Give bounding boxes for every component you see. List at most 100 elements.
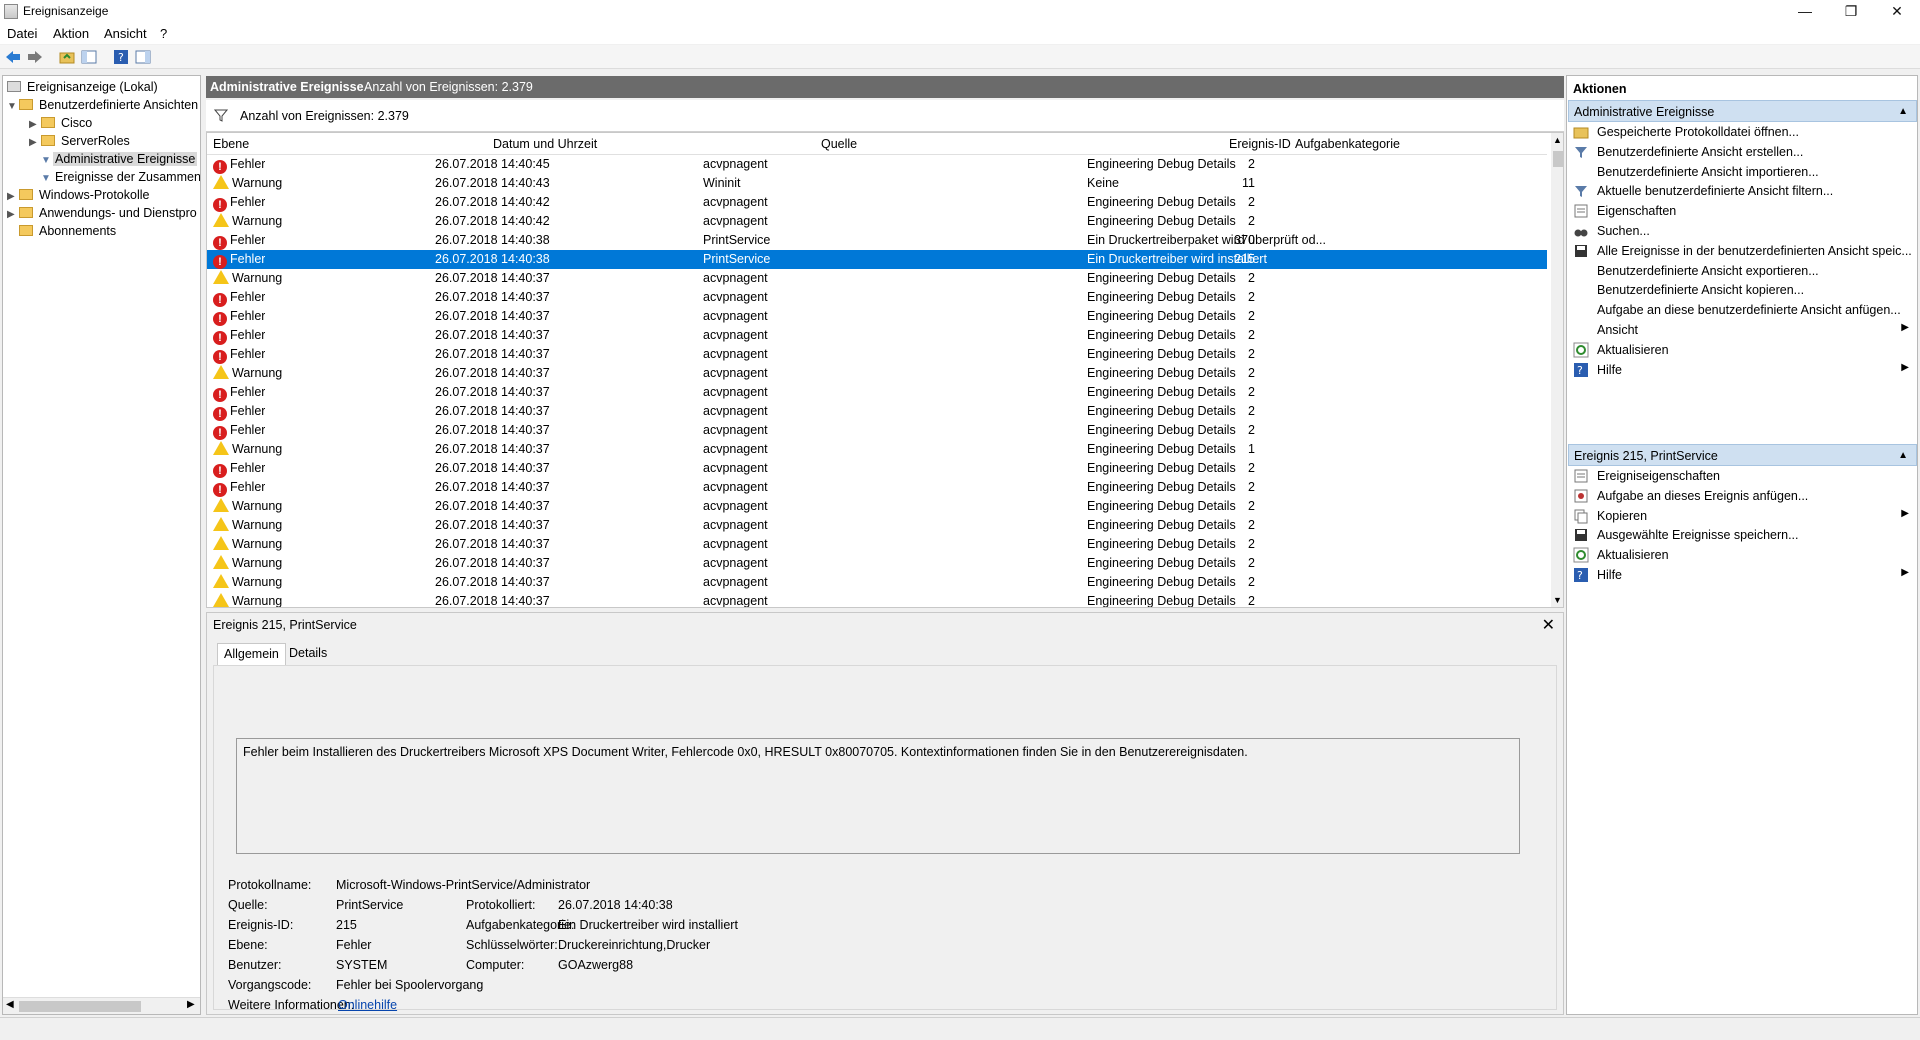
folder-icon <box>19 99 33 110</box>
table-row[interactable]: ! Fehler 26.07.2018 14:40:37 acvpnagent 2 Eng… <box>207 288 1547 307</box>
table-row[interactable]: ! Fehler 26.07.2018 14:40:37 acvpnagent 2 Eng… <box>207 421 1547 440</box>
show-hide-action-pane-icon[interactable] <box>134 48 152 66</box>
expand-icon[interactable]: ▶ <box>29 134 39 152</box>
cell-task-category: Engineering Debug Details <box>1087 347 1236 361</box>
menu-ansicht[interactable]: Ansicht <box>100 26 151 41</box>
tree-item-root[interactable]: Ereignisanzeige (Lokal) <box>7 78 160 96</box>
window-title: Ereignisanzeige <box>23 4 109 18</box>
collapse-section-icon[interactable]: ▲ <box>1898 445 1908 467</box>
table-row[interactable]: Warnung 26.07.2018 14:40:43 Wininit 11 Keine <box>207 174 1547 193</box>
table-row[interactable]: Warnung 26.07.2018 14:40:37 acvpnagent 2 Eng… <box>207 592 1547 607</box>
table-row[interactable]: Warnung 26.07.2018 14:40:37 acvpnagent 2 Eng… <box>207 516 1547 535</box>
action-item[interactable]: Aktuelle benutzerdefinierte Ansicht filt… <box>1567 181 1917 201</box>
table-row[interactable]: Warnung 26.07.2018 14:40:37 acvpnagent 2 Eng… <box>207 269 1547 288</box>
action-item[interactable]: Alle Ereignisse in der benutzerdefiniert… <box>1567 241 1917 261</box>
restore-button[interactable]: ❐ <box>1828 0 1874 24</box>
action-item[interactable]: Ausgewählte Ereignisse speichern... <box>1567 525 1917 545</box>
minimize-button[interactable]: — <box>1782 0 1828 24</box>
action-item[interactable]: ? Hilfe ▶ <box>1567 565 1917 585</box>
table-row[interactable]: Warnung 26.07.2018 14:40:37 acvpnagent 2 Eng… <box>207 554 1547 573</box>
menu-aktion[interactable]: Aktion <box>49 26 93 41</box>
actions-section-event[interactable]: Ereignis 215, PrintService ▲ <box>1568 444 1917 466</box>
tab-general[interactable]: Allgemein <box>217 643 286 665</box>
cell-task-category: Engineering Debug Details <box>1087 271 1236 285</box>
tree-item-windows-logs[interactable]: ▶ Windows-Protokolle <box>7 186 151 204</box>
action-item[interactable]: Gespeicherte Protokolldatei öffnen... <box>1567 122 1917 142</box>
scroll-down-icon[interactable]: ▼ <box>1553 595 1562 605</box>
action-item[interactable]: Benutzerdefinierte Ansicht exportieren..… <box>1567 261 1917 281</box>
tree-item-subscriptions[interactable]: Abonnements <box>19 222 118 240</box>
table-row[interactable]: ! Fehler 26.07.2018 14:40:37 acvpnagent 2 Eng… <box>207 345 1547 364</box>
tree-item-app-service-logs[interactable]: ▶ Anwendungs- und Dienstpro <box>7 204 199 222</box>
action-item[interactable]: Aktualisieren <box>1567 545 1917 565</box>
value-source: PrintService <box>336 898 404 912</box>
table-row[interactable]: Warnung 26.07.2018 14:40:37 acvpnagent 1 Eng… <box>207 440 1547 459</box>
detail-close-icon[interactable]: ✕ <box>1542 615 1555 635</box>
tree-item-serverroles[interactable]: ▶ ServerRoles <box>29 132 132 150</box>
section-label: Administrative Ereignisse <box>1574 105 1715 119</box>
table-row[interactable]: ! Fehler 26.07.2018 14:40:37 acvpnagent 2 Eng… <box>207 383 1547 402</box>
tree-item-cisco[interactable]: ▶ Cisco <box>29 114 94 132</box>
action-item[interactable]: Eigenschaften <box>1567 201 1917 221</box>
table-row[interactable]: Warnung 26.07.2018 14:40:37 acvpnagent 2 Eng… <box>207 364 1547 383</box>
table-row[interactable]: ! Fehler 26.07.2018 14:40:38 PrintService 37… <box>207 231 1547 250</box>
collapse-icon[interactable]: ▼ <box>7 98 17 116</box>
action-item[interactable]: Benutzerdefinierte Ansicht kopieren... <box>1567 280 1917 300</box>
table-vertical-scrollbar[interactable]: ▲ ▼ <box>1551 133 1563 607</box>
scroll-left-icon[interactable]: ◀ <box>6 999 14 1010</box>
column-header-datetime[interactable]: Datum und Uhrzeit <box>493 137 597 151</box>
table-row[interactable]: Warnung 26.07.2018 14:40:37 acvpnagent 2 Eng… <box>207 573 1547 592</box>
folder-up-icon[interactable] <box>58 48 76 66</box>
action-item[interactable]: Aufgabe an dieses Ereignis anfügen... <box>1567 486 1917 506</box>
table-row[interactable]: ! Fehler 26.07.2018 14:40:37 acvpnagent 2 Eng… <box>207 478 1547 497</box>
column-header-event-id[interactable]: Ereignis-ID <box>1229 137 1291 151</box>
action-item[interactable]: ? Hilfe ▶ <box>1567 360 1917 380</box>
table-row[interactable]: ! Fehler 26.07.2018 14:40:45 acvpnagent 2 Eng… <box>207 155 1547 174</box>
action-item[interactable]: Benutzerdefinierte Ansicht erstellen... <box>1567 142 1917 162</box>
table-row[interactable]: ! Fehler 26.07.2018 14:40:38 PrintService 21… <box>207 250 1547 269</box>
action-item[interactable]: Ereigniseigenschaften <box>1567 466 1917 486</box>
scrollbar-thumb[interactable] <box>1553 151 1563 167</box>
cell-level: ! Fehler <box>213 421 265 440</box>
action-item[interactable]: Kopieren ▶ <box>1567 506 1917 526</box>
column-header-level[interactable]: Ebene <box>213 137 249 151</box>
table-row[interactable]: ! Fehler 26.07.2018 14:40:37 acvpnagent 2 Eng… <box>207 402 1547 421</box>
filter-text: Anzahl von Ereignissen: 2.379 <box>240 109 409 123</box>
back-icon[interactable] <box>4 48 22 66</box>
menu-help[interactable]: ? <box>156 26 171 41</box>
actions-section-administrative-events[interactable]: Administrative Ereignisse ▲ <box>1568 100 1917 122</box>
tree-item-summary-events[interactable]: ▼ Ereignisse der Zusammen <box>41 168 200 186</box>
scroll-right-icon[interactable]: ▶ <box>187 999 195 1010</box>
action-item[interactable]: Ansicht ▶ <box>1567 320 1917 340</box>
cell-task-category: Engineering Debug Details <box>1087 404 1236 418</box>
table-row[interactable]: Warnung 26.07.2018 14:40:42 acvpnagent 2 Eng… <box>207 212 1547 231</box>
scrollbar-thumb[interactable] <box>19 1001 141 1012</box>
help-toolbar-icon[interactable]: ? <box>112 48 130 66</box>
action-item[interactable]: Benutzerdefinierte Ansicht importieren..… <box>1567 162 1917 182</box>
action-item[interactable]: Aktualisieren <box>1567 340 1917 360</box>
event-message[interactable]: Fehler beim Installieren des Druckertrei… <box>236 738 1520 854</box>
menu-datei[interactable]: Datei <box>3 26 41 41</box>
table-row[interactable]: ! Fehler 26.07.2018 14:40:37 acvpnagent 2 Eng… <box>207 307 1547 326</box>
column-header-source[interactable]: Quelle <box>821 137 857 151</box>
tree-item-administrative-events[interactable]: ▼ Administrative Ereignisse <box>41 150 198 168</box>
expand-icon[interactable]: ▶ <box>7 206 17 224</box>
table-row[interactable]: Warnung 26.07.2018 14:40:37 acvpnagent 2 Eng… <box>207 497 1547 516</box>
show-hide-tree-icon[interactable] <box>80 48 98 66</box>
collapse-section-icon[interactable]: ▲ <box>1898 101 1908 123</box>
scroll-up-icon[interactable]: ▲ <box>1553 135 1562 145</box>
action-item[interactable]: Aufgabe an diese benutzerdefinierte Ansi… <box>1567 300 1917 320</box>
action-item[interactable]: Suchen... <box>1567 221 1917 241</box>
tree-item-custom-views[interactable]: ▼ Benutzerdefinierte Ansichten <box>7 96 200 114</box>
online-help-link[interactable]: Onlinehilfe <box>338 998 397 1012</box>
column-header-task-category[interactable]: Aufgabenkategorie <box>1295 137 1400 151</box>
tree-horizontal-scrollbar[interactable]: ◀ ▶ <box>3 997 200 1014</box>
tab-details[interactable]: Details <box>283 643 333 665</box>
table-row[interactable]: ! Fehler 26.07.2018 14:40:37 acvpnagent 2 Eng… <box>207 326 1547 345</box>
table-row[interactable]: ! Fehler 26.07.2018 14:40:37 acvpnagent 2 Eng… <box>207 459 1547 478</box>
forward-icon[interactable] <box>26 48 44 66</box>
close-button[interactable]: ✕ <box>1874 0 1920 24</box>
table-row[interactable]: Warnung 26.07.2018 14:40:37 acvpnagent 2 Eng… <box>207 535 1547 554</box>
table-row[interactable]: ! Fehler 26.07.2018 14:40:42 acvpnagent 2 Eng… <box>207 193 1547 212</box>
level-text: Fehler <box>230 309 266 323</box>
